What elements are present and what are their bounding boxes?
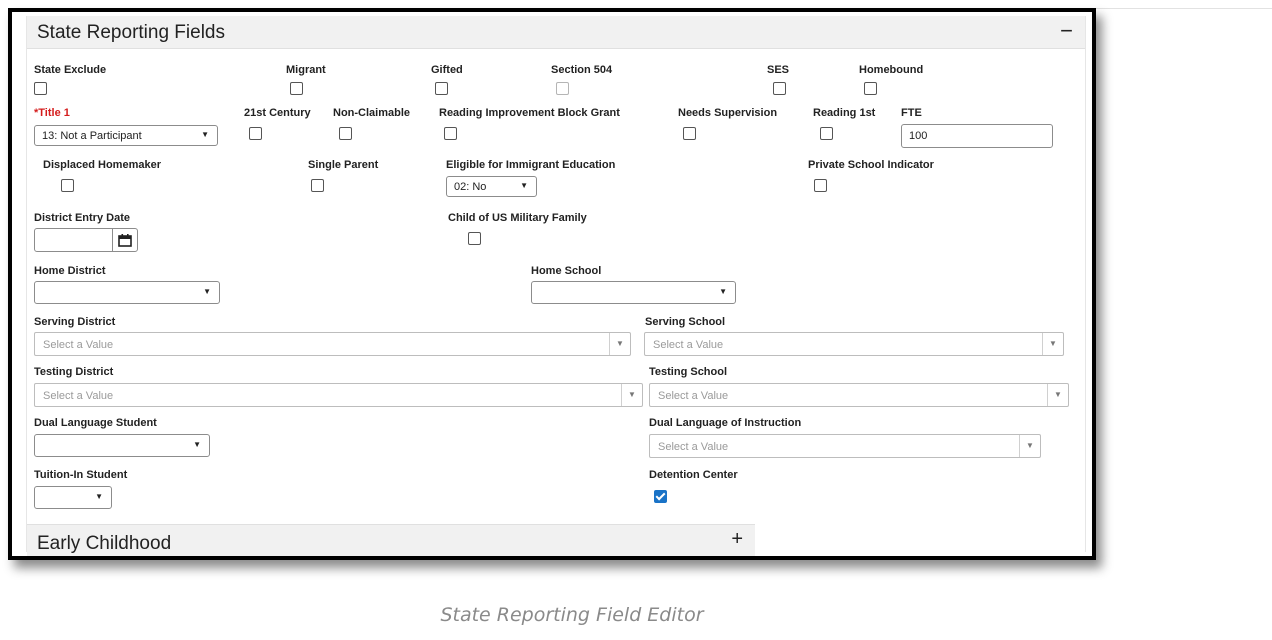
testing-district-combo[interactable]: Select a Value ▼ (34, 383, 643, 407)
single-parent-label: Single Parent (308, 159, 379, 171)
testing-school-combo[interactable]: Select a Value ▼ (649, 383, 1069, 407)
figure-caption: State Reporting Field Editor (440, 604, 704, 626)
migrant-checkbox[interactable] (290, 82, 303, 95)
state-reporting-panel: State Reporting Fields − State Exclude M… (26, 16, 1086, 556)
immigrant-ed-select[interactable]: 02: No ▼ (446, 176, 537, 197)
panel-header[interactable]: State Reporting Fields − (27, 16, 1085, 49)
screenshot-frame: State Reporting Fields − State Exclude M… (8, 8, 1096, 560)
section-504-label: Section 504 (551, 64, 613, 76)
early-childhood-title: Early Childhood (37, 533, 172, 554)
reading-grant-checkbox[interactable] (444, 127, 457, 140)
chevron-down-icon: ▼ (520, 181, 528, 190)
immigrant-ed-value: 02: No (454, 181, 487, 193)
fte-input[interactable]: 100 (901, 124, 1053, 148)
reading-1st-label: Reading 1st (813, 107, 876, 119)
title1-value: 13: Not a Participant (42, 130, 142, 142)
military-family-checkbox[interactable] (468, 232, 481, 245)
home-school-label: Home School (531, 265, 602, 277)
needs-supervision-checkbox[interactable] (683, 127, 696, 140)
expand-icon[interactable]: + (731, 528, 743, 551)
chevron-down-icon: ▼ (719, 287, 727, 296)
state-exclude-label: State Exclude (34, 64, 107, 76)
top-divider (1090, 8, 1272, 9)
chevron-down-icon[interactable]: ▼ (1042, 333, 1063, 355)
early-childhood-header[interactable]: Early Childhood + (27, 524, 755, 556)
tuition-in-label: Tuition-In Student (34, 469, 128, 481)
migrant-label: Migrant (286, 64, 326, 76)
military-family-label: Child of US Military Family (448, 212, 587, 224)
chevron-down-icon: ▼ (95, 492, 103, 501)
state-exclude-checkbox[interactable] (34, 82, 47, 95)
chevron-down-icon[interactable]: ▼ (1047, 384, 1068, 406)
dual-language-instruction-label: Dual Language of Instruction (649, 417, 802, 429)
fte-value: 100 (909, 130, 928, 142)
chevron-down-icon[interactable]: ▼ (609, 333, 630, 355)
panel-title: State Reporting Fields (37, 22, 225, 43)
tuition-in-select[interactable]: ▼ (34, 486, 112, 509)
chevron-down-icon[interactable]: ▼ (621, 384, 642, 406)
single-parent-checkbox[interactable] (311, 179, 324, 192)
homebound-checkbox[interactable] (864, 82, 877, 95)
dual-language-student-label: Dual Language Student (34, 417, 157, 429)
district-entry-date-label: District Entry Date (34, 212, 130, 224)
home-district-select[interactable]: ▼ (34, 281, 220, 304)
serving-school-combo[interactable]: Select a Value ▼ (644, 332, 1064, 356)
detention-center-checkbox[interactable] (654, 490, 667, 503)
non-claimable-label: Non-Claimable (333, 107, 411, 119)
reading-1st-checkbox[interactable] (820, 127, 833, 140)
testing-school-label: Testing School (649, 366, 728, 378)
chevron-down-icon[interactable]: ▼ (1019, 435, 1040, 457)
displaced-homemaker-checkbox[interactable] (61, 179, 74, 192)
detention-center-label: Detention Center (649, 469, 738, 481)
dual-language-instruction-placeholder: Select a Value (658, 441, 729, 453)
collapse-icon[interactable]: − (1060, 18, 1073, 44)
21st-century-checkbox[interactable] (249, 127, 262, 140)
serving-district-placeholder: Select a Value (43, 339, 114, 351)
non-claimable-checkbox[interactable] (339, 127, 352, 140)
section-504-checkbox[interactable] (556, 82, 569, 95)
district-entry-date-input[interactable] (34, 228, 138, 252)
ses-checkbox[interactable] (773, 82, 786, 95)
private-school-checkbox[interactable] (814, 179, 827, 192)
reading-grant-label: Reading Improvement Block Grant (439, 107, 620, 119)
serving-school-label: Serving School (645, 316, 726, 328)
needs-supervision-label: Needs Supervision (678, 107, 778, 119)
dual-language-student-select[interactable]: ▼ (34, 434, 210, 457)
chevron-down-icon: ▼ (201, 130, 209, 139)
serving-district-label: Serving District (34, 316, 116, 328)
21st-century-label: 21st Century (244, 107, 311, 119)
calendar-icon[interactable] (112, 229, 137, 251)
serving-school-placeholder: Select a Value (653, 339, 724, 351)
testing-district-placeholder: Select a Value (43, 390, 114, 402)
gifted-label: Gifted (431, 64, 463, 76)
title1-select[interactable]: 13: Not a Participant ▼ (34, 125, 218, 146)
title1-label: *Title 1 (34, 107, 70, 119)
immigrant-ed-label: Eligible for Immigrant Education (446, 159, 616, 171)
home-school-select[interactable]: ▼ (531, 281, 736, 304)
ses-label: SES (767, 64, 790, 76)
dual-language-instruction-combo[interactable]: Select a Value ▼ (649, 434, 1041, 458)
chevron-down-icon: ▼ (193, 440, 201, 449)
homebound-label: Homebound (859, 64, 924, 76)
fte-label: FTE (901, 107, 922, 119)
serving-district-combo[interactable]: Select a Value ▼ (34, 332, 631, 356)
gifted-checkbox[interactable] (435, 82, 448, 95)
testing-district-label: Testing District (34, 366, 114, 378)
private-school-label: Private School Indicator (808, 159, 934, 171)
chevron-down-icon: ▼ (203, 287, 211, 296)
home-district-label: Home District (34, 265, 106, 277)
testing-school-placeholder: Select a Value (658, 390, 729, 402)
displaced-homemaker-label: Displaced Homemaker (43, 159, 161, 171)
